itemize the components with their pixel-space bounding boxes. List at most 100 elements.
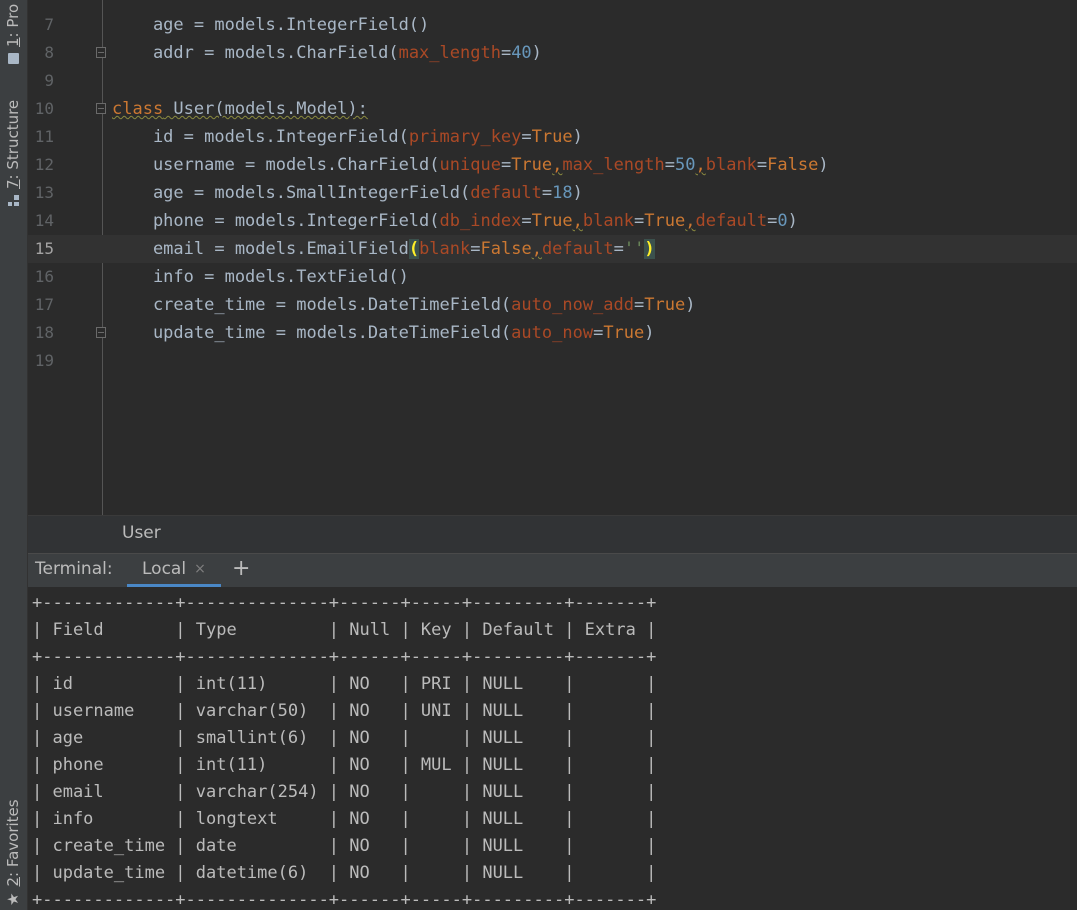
code-token: default (470, 183, 542, 203)
code-text: email = models.EmailField(blank=False,de… (112, 235, 655, 263)
code-token: , (685, 211, 696, 231)
favorites-tab-label: : Favorites (4, 799, 22, 877)
code-line[interactable]: 10 class User(models.Model): (28, 95, 1077, 123)
code-token: auto_now_add (511, 295, 634, 315)
terminal-tab-bar: Terminal: Local × + (28, 553, 1077, 587)
code-token: ) (644, 323, 655, 343)
code-editor[interactable]: 7 age = models.IntegerField() 8 addr = mo… (28, 0, 1077, 515)
code-token: email = models.EmailField (112, 239, 409, 259)
structure-tab-label: : Structure (4, 99, 22, 180)
line-number: 18 (34, 323, 54, 342)
code-text: update_time = models.DateTimeField(auto_… (112, 319, 655, 347)
terminal-line: | age | smallint(6) | NO | | NULL | | (32, 728, 657, 748)
code-token: True (531, 127, 573, 147)
code-token: , (695, 155, 706, 175)
structure-tool-tab[interactable]: 7: Structure (4, 100, 22, 206)
line-number: 7 (44, 15, 54, 34)
add-tab-icon[interactable]: + (232, 556, 250, 581)
code-token: addr = models.CharField( (112, 43, 399, 63)
code-line[interactable]: 12 username = models.CharField(unique=Tr… (28, 151, 1077, 179)
terminal-line: | create_time | date | NO | | NULL | | (32, 836, 657, 856)
star-icon: ★ (3, 892, 22, 906)
code-line[interactable]: 14 phone = models.IntegerField(db_index=… (28, 207, 1077, 235)
code-text: create_time = models.DateTimeField(auto_… (112, 291, 696, 319)
terminal-line: +-------------+--------------+------+---… (32, 890, 657, 910)
code-token: ) (572, 127, 583, 147)
tab-local[interactable]: Local × (127, 554, 221, 587)
line-number: 12 (34, 155, 54, 174)
code-text: addr = models.CharField(max_length=40) (112, 39, 542, 67)
code-token: id = models.IntegerField( (112, 127, 409, 147)
code-token: True (644, 295, 686, 315)
project-tab-label: : Pro (4, 3, 22, 38)
code-token: , (531, 239, 542, 259)
code-token: False (480, 239, 532, 259)
terminal-output[interactable]: +-------------+--------------+------+---… (28, 587, 1077, 910)
structure-tab-number: 7 (4, 179, 22, 189)
code-line[interactable]: 13 age = models.SmallIntegerField(defaul… (28, 179, 1077, 207)
code-line[interactable]: 7 age = models.IntegerField() (28, 11, 1077, 39)
code-token: max_length (562, 155, 665, 175)
code-token: = (593, 323, 604, 343)
fold-marker-icon[interactable] (96, 327, 106, 338)
code-token: update_time = models.DateTimeField( (112, 323, 512, 343)
code-text: phone = models.IntegerField(db_index=Tru… (112, 207, 798, 235)
code-token: = (767, 211, 778, 231)
code-token: blank (582, 211, 635, 231)
fold-marker-icon[interactable] (96, 47, 106, 58)
code-token: False (767, 155, 819, 175)
code-line[interactable]: 16 info = models.TextField() (28, 263, 1077, 291)
code-token: 18 (552, 183, 573, 203)
code-line[interactable]: 19 (28, 347, 1077, 375)
code-token: phone = models.IntegerField( (112, 211, 440, 231)
code-token: class (112, 99, 164, 119)
code-token: age = models.IntegerField() (112, 15, 430, 35)
code-token: = (613, 239, 624, 259)
code-token: create_time = models.DateTimeField( (112, 295, 512, 315)
code-line[interactable]: 8 addr = models.CharField(max_length=40) (28, 39, 1077, 67)
line-number: 17 (34, 295, 54, 314)
code-line[interactable]: 17 create_time = models.DateTimeField(au… (28, 291, 1077, 319)
structure-icon (7, 195, 19, 206)
code-text: info = models.TextField() (112, 263, 409, 291)
code-token: True (511, 155, 553, 175)
left-tool-strip: 1: Pro 7: Structure ★ 2: Favorites (0, 0, 28, 910)
code-token: db_index (439, 211, 522, 231)
breadcrumb: User (28, 515, 1077, 553)
code-text: age = models.SmallIntegerField(default=1… (112, 179, 583, 207)
terminal-line: | username | varchar(50) | NO | UNI | NU… (32, 701, 657, 721)
line-number: 16 (34, 267, 54, 286)
line-number: 8 (44, 43, 54, 62)
line-number: 9 (44, 71, 54, 90)
tab-local-label: Local (142, 559, 187, 579)
code-token: 0 (777, 211, 788, 231)
terminal-line: +-------------+--------------+------+---… (32, 647, 657, 667)
line-number: 10 (34, 99, 54, 118)
code-token: default (695, 211, 768, 231)
code-line[interactable]: 18 update_time = models.DateTimeField(au… (28, 319, 1077, 347)
code-token: = (521, 211, 532, 231)
code-token: ) (818, 155, 829, 175)
terminal-line: | email | varchar(254) | NO | | NULL | | (32, 782, 657, 802)
breadcrumb-item-user[interactable]: User (122, 523, 161, 543)
code-token: True (531, 211, 573, 231)
code-token: , (552, 155, 563, 175)
project-tool-tab[interactable]: 1: Pro (4, 4, 22, 64)
code-token: = (756, 155, 768, 175)
code-token: info = models.TextField() (112, 267, 409, 287)
fold-marker-icon[interactable] (96, 103, 106, 114)
code-token: , (572, 211, 583, 231)
code-line[interactable]: 11 id = models.IntegerField(primary_key=… (28, 123, 1077, 151)
code-token: blank (705, 155, 757, 175)
terminal-line: | id | int(11) | NO | PRI | NULL | | (32, 674, 657, 694)
favorites-tab-number: 2 (4, 877, 22, 887)
code-token: = (521, 127, 532, 147)
code-token: = (500, 155, 512, 175)
code-token: default (541, 239, 614, 259)
code-token: blank (419, 239, 471, 259)
line-number: 19 (34, 351, 54, 370)
code-line[interactable]: 9 (28, 67, 1077, 95)
close-icon[interactable]: × (194, 553, 206, 585)
favorites-tool-tab[interactable]: ★ 2: Favorites (3, 799, 23, 906)
code-line[interactable]: 15 email = models.EmailField(blank=False… (28, 235, 1077, 263)
